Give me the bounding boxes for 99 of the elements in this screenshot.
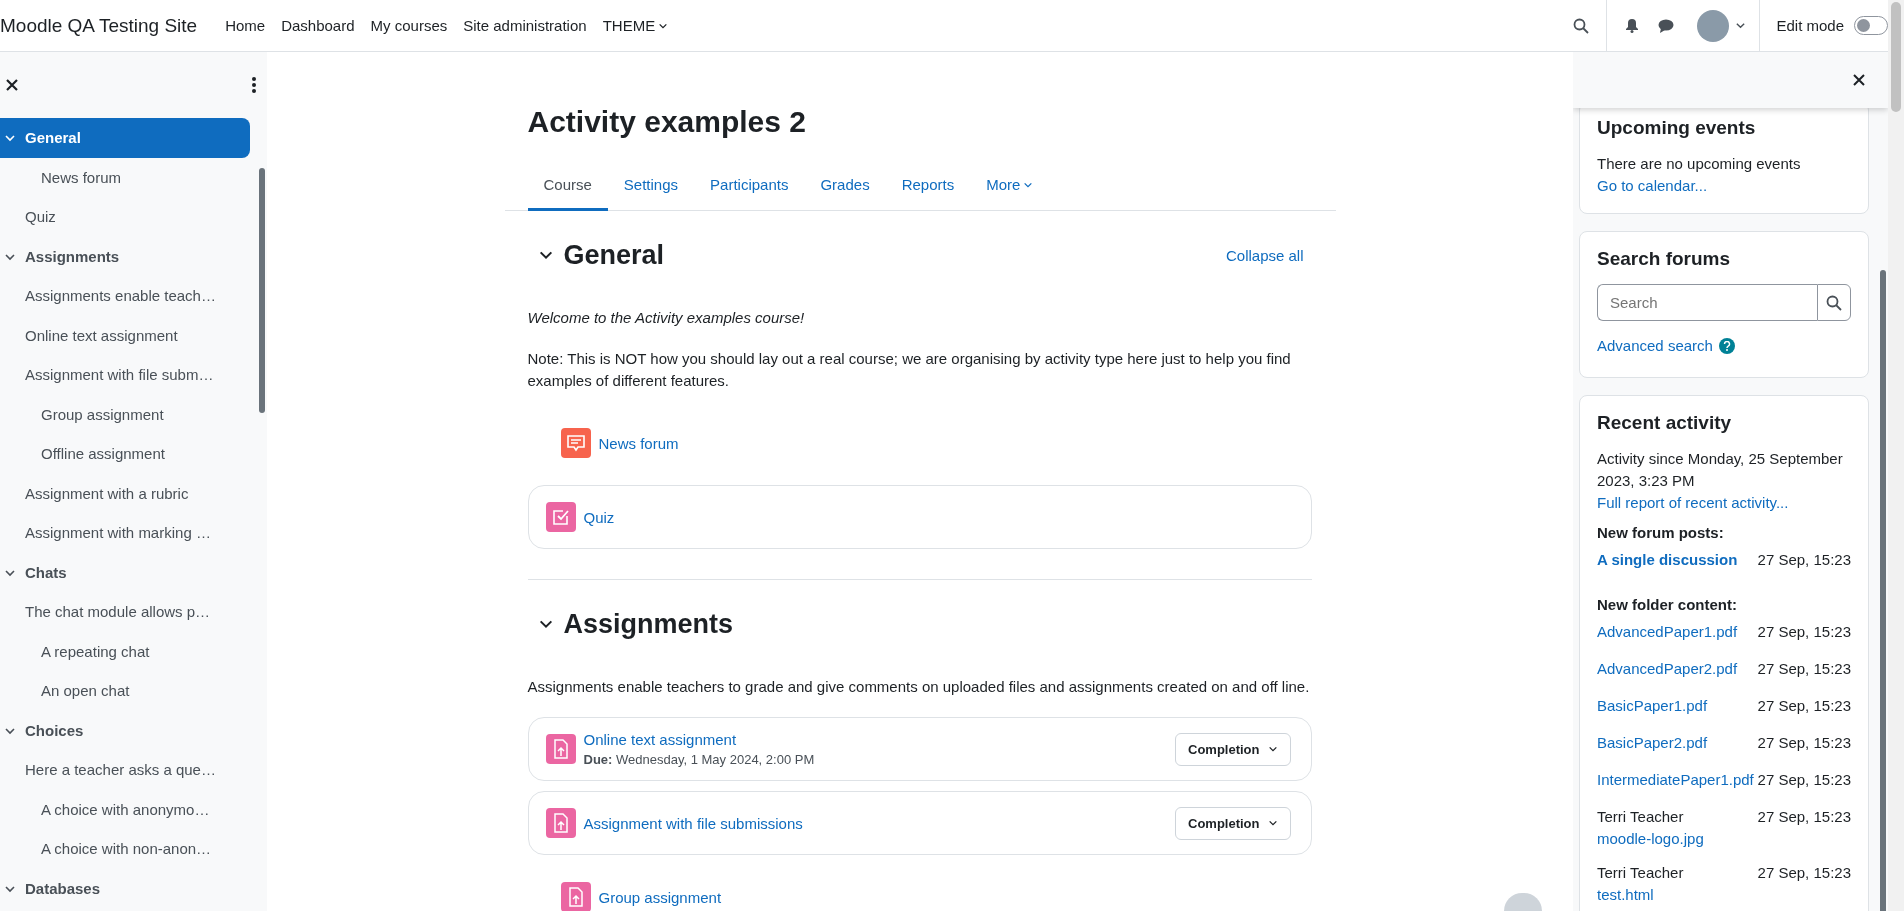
activity-time: 27 Sep, 15:23	[1757, 696, 1851, 716]
section-summary: Welcome to the Activity examples course!	[527, 308, 806, 328]
assignment-icon	[545, 808, 576, 838]
block-text: There are no upcoming events	[1597, 154, 1802, 174]
assignment-icon	[545, 734, 576, 764]
block-text: Activity since Monday, 25 September 2023, 3:23 PM	[1597, 449, 1844, 491]
section-summary: Note: This is NOT how you should lay out a real course; we are organising by activity type here just to help you find examples of different features.	[527, 349, 1292, 391]
file-link[interactable]: IntermediatePaper1.pdf	[1597, 769, 1758, 791]
activity-link[interactable]: News forum	[598, 434, 679, 452]
activity-time: 27 Sep, 15:23	[1757, 863, 1851, 883]
nav-link[interactable]: Home	[217, 17, 274, 34]
scrollbar-thumb[interactable]	[259, 168, 265, 413]
file-link[interactable]: moodle-logo.jpg	[1597, 828, 1758, 850]
file-link[interactable]: BasicPaper1.pdf	[1597, 695, 1758, 717]
search-icon	[1573, 17, 1590, 34]
course-index-item[interactable]: News forum	[0, 157, 250, 197]
course-index-item[interactable]: Offline assignment	[0, 434, 250, 474]
completion-dropdown[interactable]: Completion	[1175, 806, 1291, 840]
course-index-item[interactable]: Here a teacher asks a que…	[0, 750, 250, 790]
scrollbar[interactable]	[1888, 0, 1904, 911]
bell-icon	[1625, 18, 1640, 33]
user-avatar[interactable]	[1697, 9, 1730, 42]
post-link[interactable]: A single discussion	[1597, 549, 1758, 571]
course-index-item[interactable]: Quiz	[0, 197, 250, 237]
forum-icon	[560, 428, 591, 458]
course-index-section[interactable]: Assignments	[0, 236, 250, 276]
quiz-icon	[545, 502, 576, 532]
course-index-item[interactable]: Online text assignment	[0, 315, 250, 355]
file-link[interactable]: AdvancedPaper1.pdf	[1597, 621, 1758, 643]
activity-time: 27 Sep, 15:23	[1757, 622, 1851, 642]
block-title: Recent activity	[1597, 412, 1733, 434]
course-index-item[interactable]: A choice with non-anon…	[0, 829, 250, 869]
section-summary: Assignments enable teachers to grade and give comments on uploaded files and assignments created on and off line.	[527, 677, 1311, 697]
help-icon[interactable]	[1718, 338, 1735, 354]
activity-time: 27 Sep, 15:23	[1757, 770, 1851, 790]
nav-tab[interactable]: Reports	[885, 161, 971, 211]
block-title: Search forums	[1597, 248, 1732, 270]
nav-tab[interactable]: Grades	[804, 161, 886, 211]
nav-tab[interactable]: More	[970, 161, 1050, 211]
file-link[interactable]: BasicPaper2.pdf	[1597, 732, 1758, 754]
activity-link[interactable]: Assignment with file submissions	[583, 814, 803, 832]
block-title: Upcoming events	[1597, 117, 1757, 139]
course-index-item[interactable]: A choice with anonymo…	[0, 789, 250, 829]
section-title: General	[563, 239, 666, 271]
scrollbar-thumb[interactable]	[1880, 270, 1886, 911]
nav-link[interactable]: THEME	[594, 17, 677, 34]
site-name[interactable]: Moodle QA Testing Site	[0, 14, 198, 37]
file-link[interactable]: AdvancedPaper2.pdf	[1597, 658, 1758, 680]
search-icon	[1826, 294, 1842, 311]
group-heading: New folder content:	[1597, 596, 1738, 613]
activity-time: 27 Sep, 15:23	[1757, 550, 1851, 570]
nav-link[interactable]: Site administration	[455, 17, 595, 34]
activity-link[interactable]: Online text assignment	[583, 731, 737, 748]
report-link[interactable]: Full report of recent activity...	[1597, 494, 1789, 511]
course-index-item[interactable]: Assignment with marking …	[0, 513, 250, 553]
scrollbar-thumb[interactable]	[1891, 2, 1901, 112]
edit-mode-label: Edit mode	[1776, 17, 1844, 34]
course-index-item[interactable]: A repeating chat	[0, 631, 250, 671]
caret-icon	[1734, 20, 1746, 31]
user-name: Terri Teacher	[1597, 807, 1685, 827]
course-index-section[interactable]: Choices	[0, 710, 250, 750]
group-heading: New forum posts:	[1597, 524, 1725, 541]
caret-icon	[1267, 744, 1278, 754]
course-index-item[interactable]: An open chat	[0, 671, 250, 711]
edit-mode-switch[interactable]	[1854, 16, 1888, 35]
activity-time: 27 Sep, 15:23	[1757, 807, 1851, 827]
nav-link[interactable]: My courses	[362, 17, 456, 34]
file-link[interactable]: test.html	[1597, 884, 1758, 906]
caret-icon	[1267, 818, 1278, 828]
collapse-all-link[interactable]: Collapse all	[1225, 246, 1304, 264]
course-index-section[interactable]: Chats	[0, 552, 250, 592]
course-index-section[interactable]: Databases	[0, 868, 250, 908]
search-field[interactable]: Search	[1597, 284, 1817, 321]
nav-tab[interactable]: Participants	[694, 161, 805, 211]
advanced-search-link[interactable]: Advanced search	[1597, 335, 1713, 357]
course-index-item[interactable]: The chat module allows p…	[0, 592, 250, 632]
activity-link[interactable]: Group assignment	[598, 888, 722, 906]
activity-link[interactable]: Quiz	[583, 508, 615, 526]
activity-time: 27 Sep, 15:23	[1757, 733, 1851, 753]
completion-dropdown[interactable]: Completion	[1175, 732, 1291, 766]
chat-icon	[1658, 18, 1675, 33]
course-index-section[interactable]: General	[0, 118, 250, 158]
assignment-icon	[560, 882, 591, 911]
activity-time: 27 Sep, 15:23	[1757, 659, 1851, 679]
page-title: Activity examples 2	[527, 104, 807, 140]
due-date: Due: Wednesday, 1 May 2024, 2:00 PM	[583, 752, 816, 767]
search-button[interactable]	[1817, 284, 1851, 321]
nav-tab[interactable]: Course	[527, 161, 608, 211]
nav-link[interactable]: Dashboard	[273, 17, 363, 34]
nav-tab[interactable]: Settings	[607, 161, 695, 211]
calendar-link[interactable]: Go to calendar...	[1597, 177, 1708, 194]
course-index-item[interactable]: Group assignment	[0, 394, 250, 434]
more-options-icon[interactable]	[251, 76, 257, 94]
course-index-item[interactable]: Assignment with a rubric	[0, 473, 250, 513]
section-title: Assignments	[563, 608, 735, 640]
close-icon[interactable]	[1852, 73, 1866, 87]
course-index-item[interactable]: Assignment with file subm…	[0, 355, 250, 395]
course-index-item[interactable]: Assignments enable teach…	[0, 276, 250, 316]
user-name: Terri Teacher	[1597, 863, 1685, 883]
